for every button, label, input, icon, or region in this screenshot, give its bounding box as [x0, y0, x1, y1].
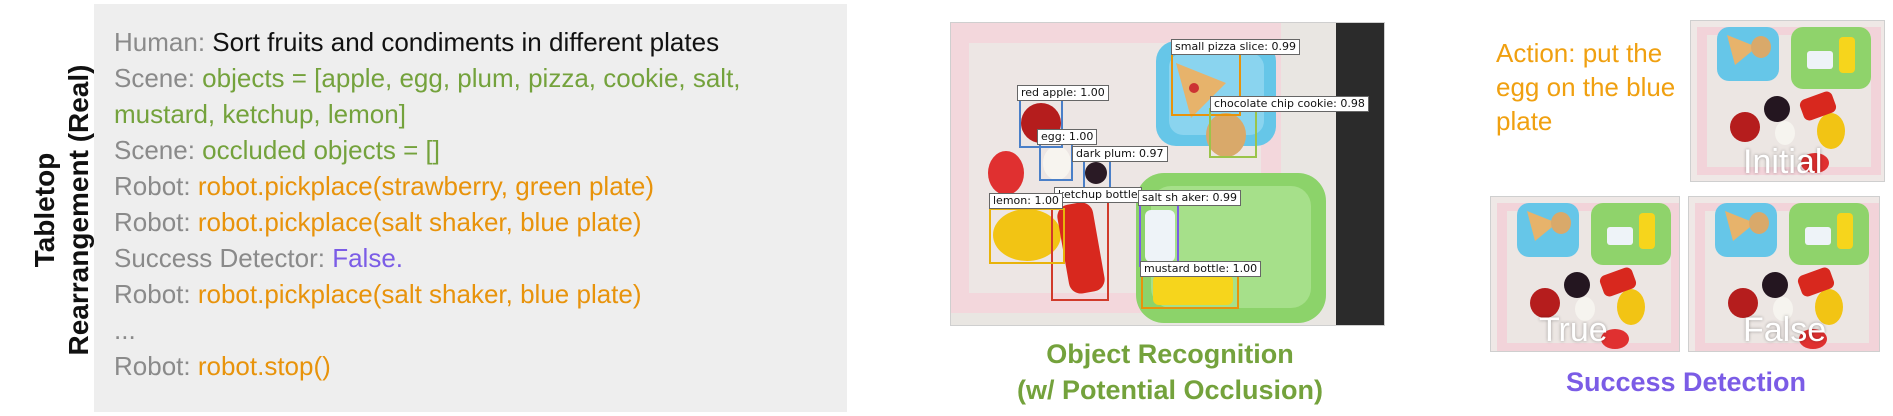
transcript-line: Success Detector: False. — [114, 243, 404, 273]
bbox-egg — [1039, 141, 1073, 181]
detection-label: ketchup bottle — [1054, 187, 1142, 203]
object-detection-image: small pizza slice: 0.99 chocolate chip c… — [950, 22, 1385, 326]
transcript-line: Robot: robot.pickplace(salt shaker, blue… — [114, 207, 642, 237]
transcript-line: Robot: robot.pickplace(salt shaker, blue… — [114, 279, 642, 309]
detection-label: red apple: 1.00 — [1017, 85, 1109, 101]
detection-label: chocolate chip cookie: 0.98 — [1210, 96, 1369, 112]
detection-label: egg: 1.00 — [1037, 129, 1098, 145]
dialog-transcript: Human: Sort fruits and condiments in dif… — [94, 4, 847, 412]
thumbnail-label-true: True — [1539, 311, 1608, 349]
thumbnail-label-initial: Initial — [1743, 143, 1823, 181]
detection-label: mustard bottle: 1.00 — [1140, 261, 1262, 277]
thumbnail-true: True — [1490, 196, 1680, 352]
transcript-line: Human: Sort fruits and condiments in dif… — [114, 27, 720, 57]
action-text: Action: put the egg on the blue plate — [1496, 38, 1676, 136]
task-title-line2: Rearrangement (Real) — [63, 64, 94, 356]
transcript-line: Scene: objects = [apple, egg, plum, pizz… — [114, 63, 741, 93]
transcript-line: ... — [114, 315, 136, 345]
bbox-plum — [1083, 159, 1111, 189]
transcript-line: Scene: occluded objects = [] — [114, 135, 440, 165]
thumbnail-label-false: False — [1743, 311, 1827, 349]
success-detection-caption: Success Detection — [1565, 367, 1807, 397]
bbox-cookie — [1209, 108, 1257, 158]
detection-label: dark plum: 0.97 — [1072, 146, 1168, 162]
detection-label: small pizza slice: 0.99 — [1171, 39, 1300, 55]
object-recognition-caption: Object Recognition (w/ Potential Occlusi… — [1016, 339, 1324, 405]
thumbnail-false: False — [1688, 196, 1880, 352]
transcript-line: mustard, ketchup, lemon] — [114, 99, 406, 129]
detection-label: salt sh aker: 0.99 — [1138, 190, 1242, 206]
transcript-line: Robot: robot.pickplace(strawberry, green… — [114, 171, 654, 201]
task-title-line1: Tabletop — [29, 152, 60, 268]
bbox-lemon — [989, 208, 1065, 264]
transcript-line: Robot: robot.stop() — [114, 351, 331, 381]
task-title: Tabletop Rearrangement (Real) — [22, 40, 102, 380]
bbox-salt — [1139, 201, 1179, 267]
thumbnail-initial: Initial — [1690, 20, 1885, 182]
detection-label: lemon: 1.00 — [989, 193, 1063, 209]
